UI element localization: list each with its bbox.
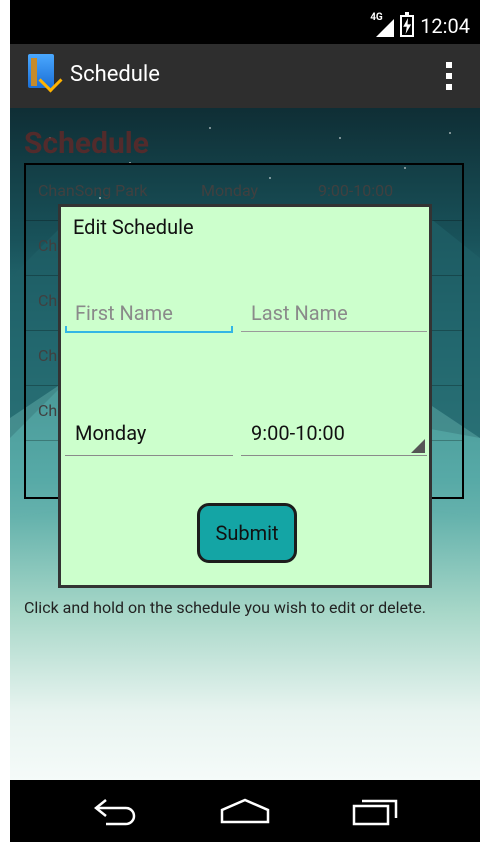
day-field[interactable]: Monday: [65, 421, 233, 456]
row-day: Monday: [201, 181, 259, 200]
back-icon[interactable]: [92, 796, 138, 826]
last-name-placeholder: Last Name: [251, 301, 348, 325]
dialog-title: Edit Schedule: [73, 215, 194, 239]
status-bar: 4G 12:04: [10, 10, 480, 44]
row-name: ChanSong Park: [38, 181, 148, 200]
instruction-text: Click and hold on the schedule you wish …: [24, 598, 426, 617]
action-bar-title: Schedule: [70, 62, 160, 87]
day-value: Monday: [75, 421, 147, 445]
submit-button[interactable]: Submit: [197, 503, 297, 563]
status-right: 4G 12:04: [370, 12, 470, 38]
device-screen: 4G 12:04 Schedule Schedule ChanSong Park…: [10, 0, 480, 842]
navigation-bar: [10, 780, 480, 842]
first-name-input[interactable]: First Name: [65, 301, 233, 333]
last-name-input[interactable]: Last Name: [241, 301, 427, 332]
first-name-placeholder: First Name: [75, 301, 173, 325]
background-page-title: Schedule: [24, 126, 149, 161]
app-book-icon[interactable]: [28, 54, 63, 93]
action-bar: Schedule: [10, 44, 480, 108]
recent-apps-icon[interactable]: [352, 798, 400, 826]
row-time: 9:00-10:00: [318, 181, 394, 200]
spinner-dropdown-icon: [411, 439, 425, 453]
battery-charging-icon: [400, 12, 415, 37]
row-name: Ch: [38, 346, 58, 365]
home-icon[interactable]: [220, 798, 270, 824]
status-time: 12:04: [420, 14, 470, 38]
overflow-menu-icon[interactable]: [446, 62, 452, 90]
row-name: Ch: [38, 236, 58, 255]
main-content: Schedule ChanSong Park Monday 9:00-10:00…: [10, 108, 480, 780]
signal-icon: 4G: [370, 12, 395, 37]
time-spinner[interactable]: 9:00-10:00: [241, 421, 427, 456]
time-value: 9:00-10:00: [251, 421, 345, 445]
edit-schedule-dialog: Edit Schedule First Name Last Name Monda…: [58, 204, 432, 588]
row-name: Ch: [38, 401, 58, 420]
row-name: Ch: [38, 291, 58, 310]
